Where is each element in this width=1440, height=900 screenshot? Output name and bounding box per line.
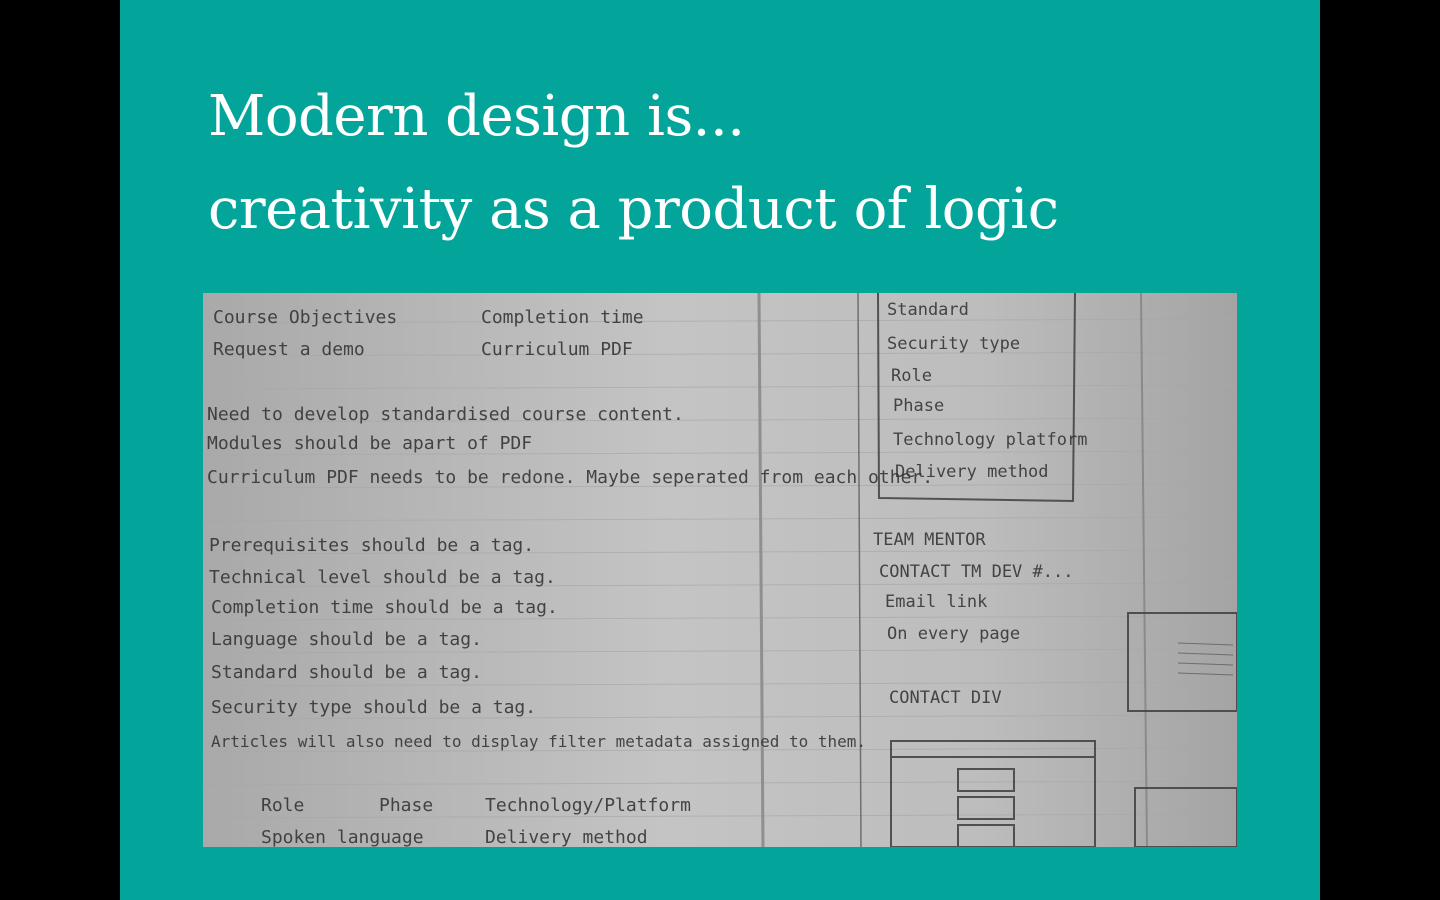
- note-security-tag: Security type should be a tag.: [211, 697, 536, 718]
- note-spoken-language: Spoken language: [261, 827, 424, 847]
- note-completion-time: Completion time: [481, 307, 644, 328]
- note-phase: Phase: [379, 795, 433, 816]
- notebook-sketch-photo: Course Objectives Request a demo Complet…: [203, 293, 1237, 847]
- title-line-1: Modern design is...: [208, 84, 745, 149]
- note-curriculum-pdf: Curriculum PDF: [481, 339, 633, 360]
- note-standard: Standard: [887, 300, 969, 320]
- note-technology-platform-right: Technology platform: [893, 430, 1087, 450]
- note-articles-metadata: Articles will also need to display filte…: [211, 732, 866, 751]
- slide: Modern design is... creativity as a prod…: [120, 0, 1320, 900]
- note-contact-div: CONTACT DIV: [889, 688, 1002, 708]
- title-line-2: creativity as a product of logic: [208, 177, 1059, 242]
- note-request-demo: Request a demo: [213, 339, 365, 360]
- note-phase-right: Phase: [893, 396, 944, 416]
- note-email-link: Email link: [885, 592, 987, 612]
- note-delivery-method-right: Delivery method: [895, 462, 1049, 482]
- note-technical-level-tag: Technical level should be a tag.: [209, 567, 556, 588]
- note-language-tag: Language should be a tag.: [211, 629, 482, 650]
- note-security-type: Security type: [887, 334, 1020, 354]
- note-technology-platform: Technology/Platform: [485, 795, 691, 816]
- note-role-right: Role: [891, 366, 932, 386]
- note-modules-pdf: Modules should be apart of PDF: [207, 433, 532, 454]
- note-delivery-method: Delivery method: [485, 827, 648, 847]
- note-standard-tag: Standard should be a tag.: [211, 662, 482, 683]
- note-prerequisites-tag: Prerequisites should be a tag.: [209, 535, 534, 556]
- note-on-every-page: On every page: [887, 624, 1020, 644]
- note-contact-tm-dev: CONTACT TM DEV #...: [879, 562, 1073, 582]
- slide-title: Modern design is... creativity as a prod…: [208, 70, 1059, 256]
- note-course-objectives: Course Objectives: [213, 307, 397, 328]
- note-role: Role: [261, 795, 304, 816]
- note-standardised-content: Need to develop standardised course cont…: [207, 404, 684, 425]
- note-completion-tag: Completion time should be a tag.: [211, 597, 558, 618]
- notebook-sketch-image: Course Objectives Request a demo Complet…: [203, 293, 1237, 847]
- note-curriculum-redone: Curriculum PDF needs to be redone. Maybe…: [207, 467, 933, 488]
- note-team-mentor: TEAM MENTOR: [873, 530, 986, 550]
